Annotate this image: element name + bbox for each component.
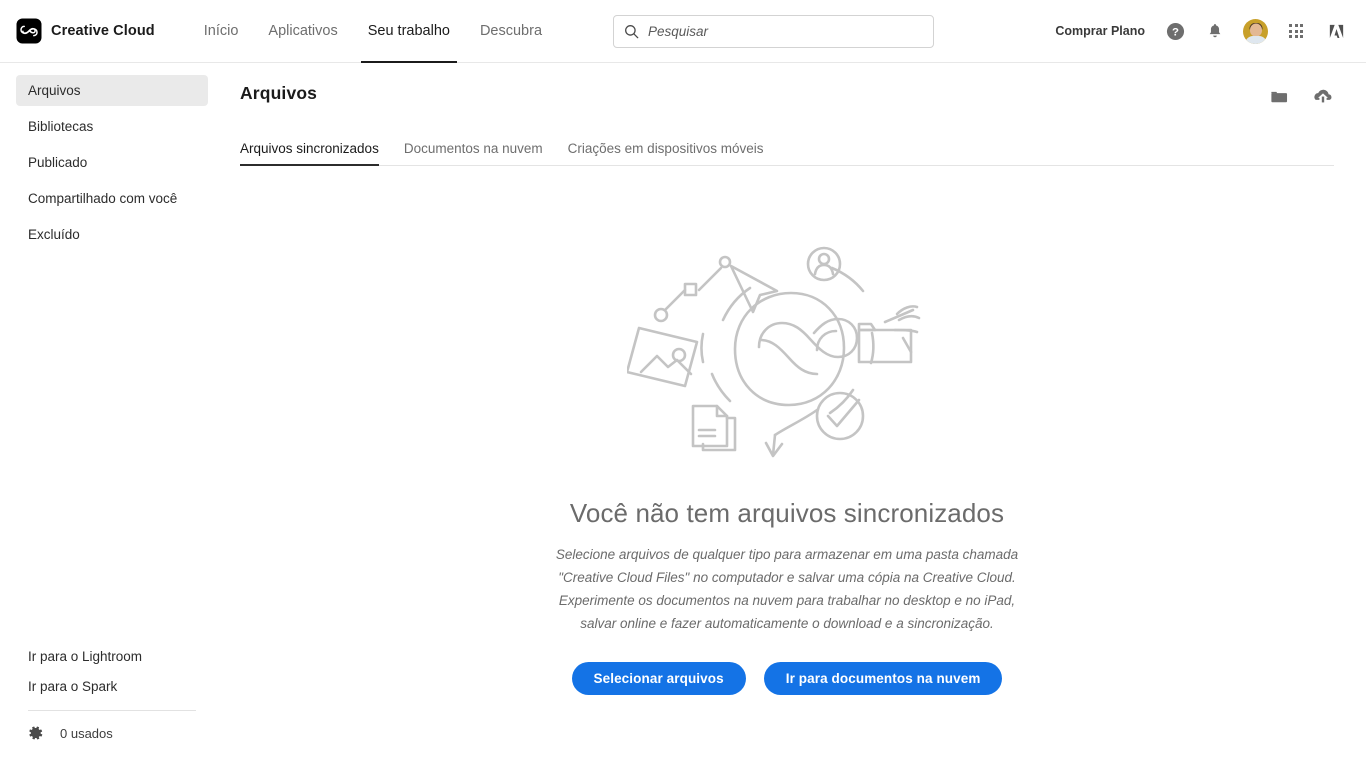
search-container	[613, 15, 934, 48]
sidebar-link-lightroom[interactable]: Ir para o Lightroom	[16, 641, 208, 671]
go-to-cloud-documents-button[interactable]: Ir para documentos na nuvem	[763, 662, 1003, 695]
empty-state-description: Selecione arquivos de qualquer tipo para…	[555, 547, 1019, 631]
new-folder-icon[interactable]	[1269, 86, 1290, 107]
nav-item-descubra[interactable]: Descubra	[465, 0, 557, 63]
buy-plan-button[interactable]: Comprar Plano	[1055, 24, 1145, 38]
nav-item-aplicativos[interactable]: Aplicativos	[253, 0, 352, 63]
sidebar-item-arquivos[interactable]: Arquivos	[16, 75, 208, 106]
search-input[interactable]	[648, 24, 923, 39]
bell-glyph	[1209, 23, 1221, 38]
empty-state: Você não tem arquivos sincronizados Sele…	[240, 166, 1334, 695]
sidebar-divider	[28, 710, 196, 711]
page-title: Arquivos	[240, 83, 318, 103]
content-header: Arquivos	[240, 63, 1334, 107]
help-circle-icon[interactable]: ?	[1163, 19, 1187, 43]
adobe-logo-icon[interactable]	[1324, 19, 1348, 43]
select-files-button[interactable]: Selecionar arquivos	[571, 662, 746, 695]
sidebar-item-bibliotecas[interactable]: Bibliotecas	[16, 111, 208, 142]
topbar-actions: Comprar Plano ?	[1055, 18, 1348, 44]
app-grid-icon[interactable]	[1284, 19, 1308, 43]
empty-state-title: Você não tem arquivos sincronizados	[569, 498, 1005, 528]
sidebar-nav-list: Arquivos Bibliotecas Publicado Compartil…	[0, 75, 224, 255]
app-grid-glyph	[1289, 24, 1303, 38]
tab-criacoes-em-dispositivos-moveis[interactable]: Criações em dispositivos móveis	[568, 141, 764, 165]
sidebar: Arquivos Bibliotecas Publicado Compartil…	[0, 63, 224, 768]
top-header: Creative Cloud Início Aplicativos Seu tr…	[0, 0, 1366, 63]
bell-icon[interactable]	[1203, 19, 1227, 43]
content-header-actions	[1269, 83, 1334, 107]
sidebar-link-spark[interactable]: Ir para o Spark	[16, 671, 208, 701]
brand-name: Creative Cloud	[51, 23, 155, 39]
sidebar-item-compartilhado-com-voce[interactable]: Compartilhado com você	[16, 183, 208, 214]
sidebar-item-excluido[interactable]: Excluído	[16, 219, 208, 250]
creative-cloud-sync-illustration	[627, 246, 921, 458]
tab-arquivos-sincronizados[interactable]: Arquivos sincronizados	[240, 141, 379, 166]
content-tabs: Arquivos sincronizados Documentos na nuv…	[240, 132, 1334, 166]
adobe-logo-glyph	[1329, 24, 1343, 38]
nav-item-inicio[interactable]: Início	[189, 0, 254, 63]
search-box[interactable]	[613, 15, 934, 48]
nav-item-seu-trabalho[interactable]: Seu trabalho	[353, 0, 465, 63]
gear-icon	[29, 726, 43, 740]
svg-text:?: ?	[1172, 26, 1179, 38]
search-icon	[625, 25, 639, 39]
brand-logo-link[interactable]: Creative Cloud	[16, 18, 155, 44]
cloud-upload-icon[interactable]	[1312, 85, 1334, 107]
page-layout: Arquivos Bibliotecas Publicado Compartil…	[0, 63, 1366, 768]
creative-cloud-logo-icon	[16, 18, 42, 44]
main-navigation: Início Aplicativos Seu trabalho Descubra	[189, 0, 557, 63]
sidebar-footer: Ir para o Lightroom Ir para o Spark 0 us…	[0, 641, 224, 768]
sidebar-item-publicado[interactable]: Publicado	[16, 147, 208, 178]
storage-usage-label: 0 usados	[60, 725, 113, 741]
main-content: Arquivos Arquivos sincronizados Document…	[224, 63, 1366, 768]
storage-settings-row[interactable]: 0 usados	[16, 720, 208, 746]
avatar-shirt	[1244, 35, 1267, 44]
user-avatar[interactable]	[1243, 18, 1268, 44]
help-circle-glyph: ?	[1166, 22, 1184, 40]
empty-state-buttons: Selecionar arquivos Ir para documentos n…	[571, 662, 1003, 695]
tab-documentos-na-nuvem[interactable]: Documentos na nuvem	[404, 141, 543, 165]
